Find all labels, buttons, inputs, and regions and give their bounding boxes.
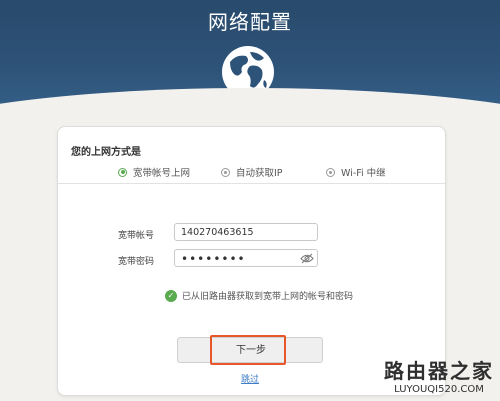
radio-auto-ip[interactable]: 自动获取IP bbox=[221, 165, 283, 179]
radio-label: 自动获取IP bbox=[236, 168, 283, 179]
radio-selected-icon bbox=[118, 167, 127, 177]
connection-type-question: 您的上网方式是 bbox=[71, 147, 141, 158]
hint-text: 已从旧路由器获取到宽带上网的帐号和密码 bbox=[182, 292, 354, 302]
radio-wifi-repeater[interactable]: Wi-Fi 中继 bbox=[326, 165, 386, 179]
page-header: 网络配置 bbox=[0, 0, 500, 112]
header-curve bbox=[0, 88, 500, 112]
radio-label: 宽带帐号上网 bbox=[133, 168, 191, 179]
next-button[interactable]: 下一步 bbox=[177, 335, 323, 365]
connection-type-options: 宽带帐号上网 自动获取IP Wi-Fi 中继 bbox=[58, 161, 445, 184]
password-value: •••••••• bbox=[181, 252, 246, 266]
page-title: 网络配置 bbox=[208, 10, 292, 34]
next-button-highlight bbox=[210, 335, 286, 365]
radio-broadband-account[interactable]: 宽带帐号上网 bbox=[118, 165, 190, 179]
eye-icon[interactable] bbox=[300, 253, 314, 264]
site-watermark: 路由器之家 LUYOUQI520.COM bbox=[384, 355, 494, 395]
watermark-domain: LUYOUQI520.COM bbox=[394, 384, 484, 395]
account-label: 宽带帐号 bbox=[118, 231, 155, 241]
radio-unselected-icon bbox=[221, 167, 230, 177]
radio-label: Wi-Fi 中继 bbox=[341, 168, 386, 179]
account-input[interactable]: 140270463615 bbox=[174, 223, 318, 241]
watermark-chinese: 路由器之家 bbox=[384, 359, 494, 383]
password-input[interactable]: •••••••• bbox=[174, 249, 318, 267]
skip-link[interactable]: 跳过 bbox=[241, 372, 259, 385]
account-hint: ✓ 已从旧路由器获取到宽带上网的帐号和密码 bbox=[165, 289, 353, 302]
check-icon: ✓ bbox=[165, 289, 177, 302]
password-label: 宽带密码 bbox=[118, 257, 155, 267]
radio-unselected-icon bbox=[326, 167, 335, 177]
